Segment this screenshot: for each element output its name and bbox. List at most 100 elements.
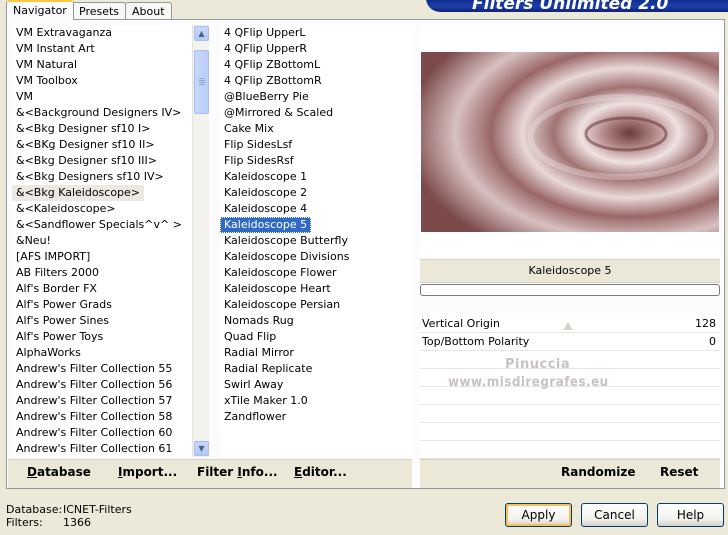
category-item-label: &<Bkg Kaleidoscope> xyxy=(12,185,145,201)
filter-item[interactable]: 4 QFlip ZBottomL xyxy=(220,57,414,73)
category-item[interactable]: &Neu! xyxy=(12,233,192,249)
filter-item[interactable]: Swirl Away xyxy=(220,377,414,393)
tab-about[interactable]: About xyxy=(125,2,172,20)
cancel-button[interactable]: Cancel xyxy=(581,503,648,527)
category-item[interactable]: &<Kaleidoscope> xyxy=(12,201,192,217)
category-item-label: Andrew's Filter Collection 60 xyxy=(16,426,173,439)
category-item[interactable]: Andrew's Filter Collection 61 xyxy=(12,441,192,457)
arrow-down-icon: ▼ xyxy=(198,444,205,453)
category-item[interactable]: Alf's Power Toys xyxy=(12,329,192,345)
filter-item[interactable]: Kaleidoscope Heart xyxy=(220,281,414,297)
filter-info-button[interactable]: Filter Info... xyxy=(197,465,278,479)
category-item[interactable]: &<Bkg Designer sf10 I> xyxy=(12,121,192,137)
reset-button[interactable]: Reset xyxy=(660,465,698,479)
randomize-button[interactable]: Randomize xyxy=(561,465,635,479)
category-item-label: Alf's Power Sines xyxy=(16,314,109,327)
filter-item[interactable]: xTile Maker 1.0 xyxy=(220,393,414,409)
filter-item[interactable]: Kaleidoscope 4 xyxy=(220,201,414,217)
filter-item-label: Kaleidoscope Heart xyxy=(224,282,331,295)
category-item[interactable]: VM Toolbox xyxy=(12,73,192,89)
category-item[interactable]: Alf's Power Sines xyxy=(12,313,192,329)
tab-presets[interactable]: Presets xyxy=(72,2,127,20)
filter-item[interactable]: Quad Flip xyxy=(220,329,414,345)
database-button[interactable]: Database xyxy=(27,465,91,479)
param-label: Top/Bottom Polarity xyxy=(422,335,530,348)
filter-item[interactable]: Flip SidesRsf xyxy=(220,153,414,169)
filter-item[interactable]: 4 QFlip ZBottomR xyxy=(220,73,414,89)
category-scrollbar[interactable]: ▲ ▼ xyxy=(192,25,209,457)
param-row-vertical-origin[interactable]: Vertical Origin 128 xyxy=(420,315,720,333)
import-button[interactable]: Import... xyxy=(118,465,177,479)
category-item[interactable]: &<BKg Designer sf10 II> xyxy=(12,137,192,153)
scroll-down-button[interactable]: ▼ xyxy=(194,441,209,456)
category-item-label: AlphaWorks xyxy=(16,346,81,359)
category-item-label: &<Kaleidoscope> xyxy=(16,202,116,215)
category-item[interactable]: &<Bkg Designer sf10 III> xyxy=(12,153,192,169)
apply-button[interactable]: Apply xyxy=(505,503,572,527)
tab-navigator[interactable]: Navigator xyxy=(6,0,74,20)
filter-item-label: Radial Mirror xyxy=(224,346,294,359)
category-item-label: VM Toolbox xyxy=(16,74,78,87)
filter-item-label: Kaleidoscope Butterfly xyxy=(224,234,348,247)
category-item[interactable]: [AFS IMPORT] xyxy=(12,249,192,265)
filter-item[interactable]: Radial Mirror xyxy=(220,345,414,361)
filter-item-label: xTile Maker 1.0 xyxy=(224,394,308,407)
filter-item[interactable]: Kaleidoscope Butterfly xyxy=(220,233,414,249)
filter-item[interactable]: Kaleidoscope Divisions xyxy=(220,249,414,265)
help-button[interactable]: Help xyxy=(657,503,724,527)
filter-item[interactable]: @BlueBerry Pie xyxy=(220,89,414,105)
category-item[interactable]: Alf's Power Grads xyxy=(12,297,192,313)
category-item[interactable]: Andrew's Filter Collection 60 xyxy=(12,425,192,441)
category-item-label: &<Bkg Designer sf10 I> xyxy=(16,122,151,135)
filter-item[interactable]: Radial Replicate xyxy=(220,361,414,377)
filter-item[interactable]: Kaleidoscope Flower xyxy=(220,265,414,281)
progress-bar xyxy=(420,284,720,296)
category-item[interactable]: AB Filters 2000 xyxy=(12,265,192,281)
filter-item-label: Kaleidoscope 2 xyxy=(224,186,308,199)
category-item[interactable]: Andrew's Filter Collection 55 xyxy=(12,361,192,377)
filter-item[interactable]: Cake Mix xyxy=(220,121,414,137)
arrow-up-icon: ▲ xyxy=(198,29,205,38)
category-item[interactable]: AlphaWorks xyxy=(12,345,192,361)
category-list[interactable]: VM Extravaganza VM Instant Art VM Natural V… xyxy=(12,25,192,457)
filter-item[interactable]: Nomads Rug xyxy=(220,313,414,329)
tab-presets-label: Presets xyxy=(79,5,120,18)
category-item[interactable]: &<Bkg Kaleidoscope> xyxy=(12,185,192,201)
filter-item[interactable]: 4 QFlip UpperL xyxy=(220,25,414,41)
filter-item[interactable]: Kaleidoscope 2 xyxy=(220,185,414,201)
tab-navigator-label: Navigator xyxy=(13,4,67,17)
cancel-label: Cancel xyxy=(594,508,635,522)
editor-button[interactable]: Editor... xyxy=(294,465,347,479)
category-item[interactable]: Andrew's Filter Collection 56 xyxy=(12,377,192,393)
category-item-label: Andrew's Filter Collection 55 xyxy=(16,362,173,375)
filter-item[interactable]: Flip SidesLsf xyxy=(220,137,414,153)
filter-item-label: Nomads Rug xyxy=(224,314,294,327)
category-item[interactable]: VM xyxy=(12,89,192,105)
filter-item[interactable]: @Mirrored & Scaled xyxy=(220,105,414,121)
param-row-top-bottom-polarity[interactable]: Top/Bottom Polarity 0 xyxy=(420,333,720,351)
category-item-label: AB Filters 2000 xyxy=(16,266,100,279)
category-item[interactable]: VM Extravaganza xyxy=(12,25,192,41)
filter-item[interactable]: Kaleidoscope 5 xyxy=(220,217,414,233)
watermark-line2: www.misdiregrafes.eu xyxy=(448,375,609,390)
scroll-up-button[interactable]: ▲ xyxy=(194,26,209,41)
category-item[interactable]: Andrew's Filter Collection 58 xyxy=(12,409,192,425)
category-item-label: &<BKg Designer sf10 II> xyxy=(16,138,155,151)
filter-list[interactable]: 4 QFlip UpperL 4 QFlip UpperR 4 QFlip ZBot… xyxy=(220,25,414,457)
slider-thumb[interactable] xyxy=(563,322,573,330)
scroll-thumb[interactable] xyxy=(194,50,209,114)
filter-info-label-b: nfo... xyxy=(241,465,278,479)
filter-item[interactable]: 4 QFlip UpperR xyxy=(220,41,414,57)
category-item[interactable]: VM Natural xyxy=(12,57,192,73)
category-item[interactable]: &<Bkg Designers sf10 IV> xyxy=(12,169,192,185)
category-item[interactable]: VM Instant Art xyxy=(12,41,192,57)
filter-item-label: 4 QFlip ZBottomL xyxy=(224,58,321,71)
category-item[interactable]: &<Background Designers IV> xyxy=(12,105,192,121)
category-item[interactable]: Alf's Border FX xyxy=(12,281,192,297)
filter-item[interactable]: Kaleidoscope 1 xyxy=(220,169,414,185)
filter-item[interactable]: Kaleidoscope Persian xyxy=(220,297,414,313)
filter-item[interactable]: Zandflower xyxy=(220,409,414,425)
category-item[interactable]: Andrew's Filter Collection 57 xyxy=(12,393,192,409)
category-item[interactable]: &<Sandflower Specials^v^ > xyxy=(12,217,192,233)
filter-item-label: @Mirrored & Scaled xyxy=(224,106,334,119)
